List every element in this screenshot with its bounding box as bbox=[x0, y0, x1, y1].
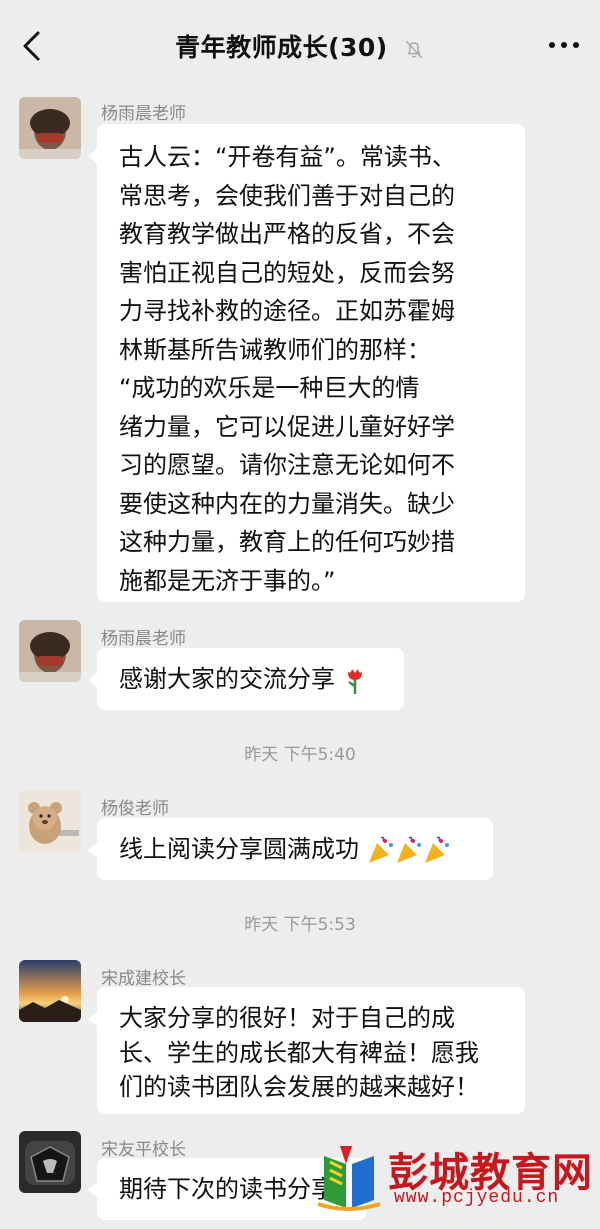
sender-name: 杨雨晨老师 bbox=[101, 104, 186, 124]
message-line: 大家分享的很好！对于自己的成 bbox=[119, 1004, 455, 1032]
bell-muted-icon bbox=[405, 40, 423, 58]
message-line: 教育教学做出严格的反省，不会 bbox=[119, 220, 455, 248]
message-line: 古人云：“开卷有益”。常读书、 bbox=[119, 143, 456, 171]
message-line: 常思考，会使我们善于对自己的 bbox=[119, 181, 455, 210]
sender-name: 杨俊老师 bbox=[101, 799, 169, 819]
avatar-photo bbox=[19, 790, 81, 852]
message-bubble[interactable]: 大家分享的很好！对于自己的成 长、学生的成长都大有裨益！愿我 们的读书团队会发展… bbox=[88, 987, 525, 1114]
message-bubble[interactable]: 感谢大家的交流分享 bbox=[88, 648, 404, 710]
message-line: 力寻找补救的途径。正如苏霍姆 bbox=[119, 297, 455, 325]
avatar-photo bbox=[19, 620, 81, 682]
message-bubble[interactable]: 古人云：“开卷有益”。常读书、 常思考，会使我们善于对自己的 教育教学做出严格的… bbox=[88, 124, 525, 602]
timestamp: 昨天 下午5:40 bbox=[244, 745, 356, 765]
message-line: 这种力量，教育上的任何巧妙措 bbox=[119, 528, 455, 556]
avatar-photo bbox=[19, 1131, 81, 1193]
message-line: 林斯基所告诫教师们的那样： bbox=[119, 335, 431, 364]
message-line: 施都是无济于事的。” bbox=[119, 566, 336, 595]
avatar[interactable] bbox=[19, 960, 81, 1022]
timestamp: 昨天 下午5:53 bbox=[244, 915, 356, 935]
chat-title-wrap: 青年教师成长(30) bbox=[0, 28, 600, 64]
message-text: 感谢大家的交流分享 bbox=[119, 665, 335, 693]
avatar-photo bbox=[19, 960, 81, 1022]
message-line: 们的读书团队会发展的越来越好！ bbox=[119, 1073, 479, 1101]
more-dots-icon[interactable] bbox=[546, 30, 582, 60]
sender-name: 宋成建校长 bbox=[101, 969, 186, 989]
avatar[interactable] bbox=[19, 790, 81, 852]
watermark-url: www.pcjyedu.cn bbox=[394, 1188, 560, 1208]
message-text: 线上阅读分享圆满成功 bbox=[119, 835, 359, 863]
message-line: 习的愿望。请你注意无论如何不 bbox=[119, 451, 455, 479]
message-line: “成功的欢乐是一种巨大的情 bbox=[119, 374, 420, 402]
message-line: 害怕正视自己的短处，反而会努 bbox=[119, 258, 455, 287]
sender-name: 宋友平校长 bbox=[101, 1140, 186, 1160]
avatar[interactable] bbox=[19, 97, 81, 159]
message-line: 长、学生的成长都大有裨益！愿我 bbox=[119, 1038, 479, 1067]
message-line: 要使这种内在的力量消失。缺少 bbox=[119, 489, 455, 518]
chat-header: 青年教师成长(30) bbox=[0, 0, 600, 88]
rose-emoji bbox=[347, 669, 362, 694]
message-line: 绪力量，它可以促进儿童好好学 bbox=[119, 412, 455, 441]
avatar[interactable] bbox=[19, 620, 81, 682]
message-bubble[interactable]: 线上阅读分享圆满成功 bbox=[88, 818, 493, 880]
message-text: 期待下次的读书分享 bbox=[119, 1175, 335, 1203]
avatar[interactable] bbox=[19, 1131, 81, 1193]
party-popper-emoji bbox=[368, 836, 449, 863]
site-watermark: 彭城教育网 www.pcjyedu.cn bbox=[316, 1138, 596, 1218]
avatar-photo bbox=[19, 97, 81, 159]
sender-name: 杨雨晨老师 bbox=[101, 629, 186, 649]
book-logo-icon bbox=[317, 1146, 381, 1211]
chat-title: 青年教师成长(30) bbox=[175, 33, 388, 62]
